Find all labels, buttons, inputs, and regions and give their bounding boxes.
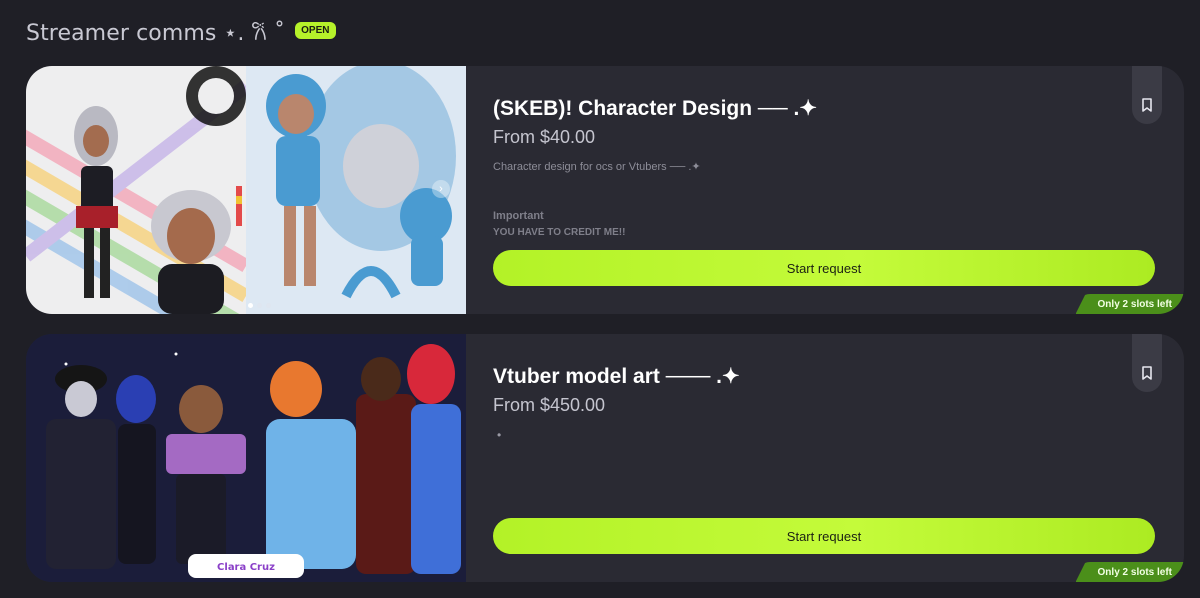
artist-caption: Clara Cruz (217, 562, 275, 573)
listing-description: Character design for ocs or Vtubers ── .… (493, 161, 701, 173)
character-design-artwork (26, 66, 466, 314)
bookmark-button[interactable] (1132, 66, 1162, 124)
listing-card-character-design[interactable]: › (SKEB)! Character Design ── .✦ From $4… (26, 66, 1184, 314)
listing-info: (SKEB)! Character Design ── .✦ From $40.… (493, 66, 1184, 314)
open-badge: OPEN (295, 21, 336, 39)
bookmark-button[interactable] (1132, 334, 1162, 392)
slots-left-badge: Only 2 slots left (1075, 562, 1184, 582)
slots-left-badge: Only 2 slots left (1075, 294, 1184, 314)
listing-card-vtuber-model[interactable]: Clara Cruz Vtuber model art ─── .✦ From … (26, 334, 1184, 582)
carousel-dot[interactable] (257, 303, 262, 308)
section-header: Streamer comms ⋆. 𐙚 ˚ OPEN (26, 16, 336, 48)
carousel-dots[interactable] (248, 303, 271, 308)
listing-title: (SKEB)! Character Design ── .✦ (493, 97, 817, 120)
important-label: Important (493, 210, 544, 222)
start-request-button[interactable]: Start request (493, 518, 1155, 554)
listing-info: Vtuber model art ─── .✦ From $450.00 • S… (493, 334, 1184, 582)
listing-price: From $450.00 (493, 395, 606, 415)
bookmark-icon (1142, 366, 1152, 380)
important-text: YOU HAVE TO CREDIT ME!! (493, 227, 626, 238)
listing-image-carousel[interactable]: › (26, 66, 466, 314)
listing-price: From $40.00 (493, 127, 596, 147)
listing-description: • (497, 428, 502, 442)
section-title: Streamer comms ⋆. 𐙚 ˚ (26, 21, 286, 46)
carousel-dot[interactable] (248, 303, 253, 308)
start-request-button[interactable]: Start request (493, 250, 1155, 286)
bookmark-icon (1142, 98, 1152, 112)
carousel-dot[interactable] (266, 303, 271, 308)
vtuber-model-artwork: Clara Cruz (26, 334, 466, 582)
listing-image[interactable]: Clara Cruz (26, 334, 466, 582)
chevron-right-icon[interactable]: › (432, 180, 450, 198)
listing-title: Vtuber model art ─── .✦ (493, 365, 740, 388)
